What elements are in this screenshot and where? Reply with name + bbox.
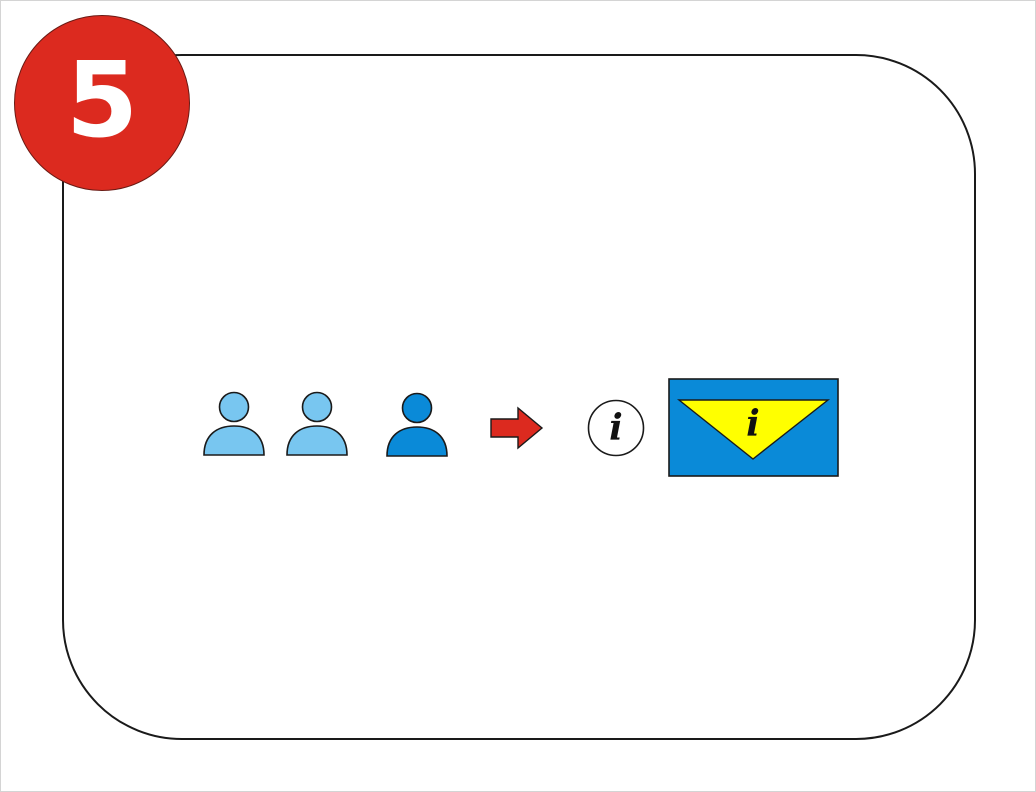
person-head [301, 391, 333, 423]
info-sign-glyph: i [746, 403, 760, 445]
info-glyph: i [609, 407, 623, 449]
person-body [286, 425, 348, 456]
person-body [386, 426, 448, 457]
person-body [203, 425, 265, 456]
step-number: 5 [65, 39, 139, 161]
info-icon: i [587, 399, 645, 457]
person-head [218, 391, 250, 423]
person-icon-3 [386, 392, 448, 458]
arrow-right-icon [490, 406, 544, 450]
step-badge: 5 [14, 15, 190, 191]
person-icon-1 [203, 391, 265, 457]
person-icon-2 [286, 391, 348, 457]
person-head [401, 392, 433, 424]
info-sign-icon: i [668, 378, 840, 478]
